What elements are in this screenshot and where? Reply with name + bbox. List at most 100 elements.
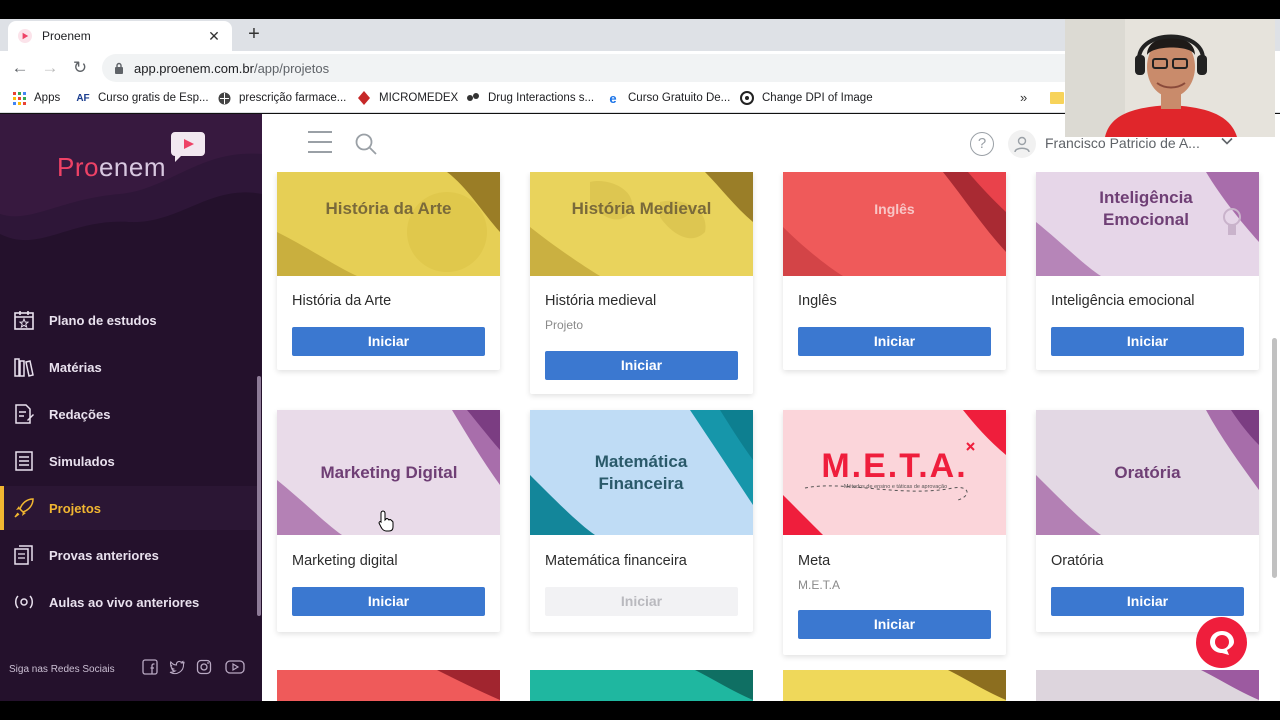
back-icon[interactable]: ← (10, 58, 30, 78)
browser-tab[interactable]: Proenem ✕ (8, 21, 232, 51)
facebook-icon[interactable] (142, 659, 158, 675)
card-image[interactable]: Inglês (783, 172, 1006, 276)
card-subtitle: Projeto (545, 318, 584, 332)
user-avatar-icon[interactable] (1008, 130, 1036, 158)
sidebar-item-plano-de-estudos[interactable]: Plano de estudos (0, 298, 258, 342)
iniciar-button[interactable]: Iniciar (1051, 587, 1244, 616)
live-icon (12, 590, 36, 614)
project-card: História da Arte História da Arte Inicia… (277, 172, 500, 370)
twitter-icon[interactable] (169, 659, 185, 675)
bookmark-apps[interactable]: Apps (12, 91, 60, 105)
sidebar-header-wave (0, 114, 262, 264)
card-subtitle: M.E.T.A (798, 578, 841, 592)
sidebar-item-redacoes[interactable]: Redações (0, 392, 258, 436)
reload-icon[interactable]: ↻ (70, 58, 90, 78)
proenem-logo[interactable]: Proenem (57, 152, 166, 183)
project-card: Inteligência Emocional Inteligência emoc… (1036, 172, 1259, 370)
sidebar-item-provas-anteriores[interactable]: Provas anteriores (0, 533, 258, 577)
card-image-text: História da Arte (325, 199, 452, 218)
project-card-partial[interactable] (530, 670, 753, 701)
proenem-favicon-icon (18, 29, 32, 43)
close-tab-icon[interactable]: ✕ (206, 28, 222, 45)
iniciar-button[interactable]: Iniciar (292, 327, 485, 356)
forward-icon[interactable]: → (40, 58, 60, 78)
help-icon[interactable]: ? (970, 132, 994, 156)
project-card-partial[interactable] (1036, 670, 1259, 701)
lock-icon (115, 62, 123, 74)
project-card-partial[interactable] (277, 670, 500, 701)
card-image-text: M.E.T.A. (821, 446, 968, 485)
project-card: História Medieval História medieval Proj… (530, 172, 753, 394)
card-image[interactable]: História da Arte (277, 172, 500, 276)
bookmark-prescricao[interactable]: prescrição farmace... (217, 91, 346, 105)
new-tab-icon[interactable]: + (244, 23, 264, 46)
letterbox-bottom (0, 701, 1280, 720)
search-icon[interactable] (354, 132, 378, 156)
card-image[interactable]: Matemática Financeira (530, 410, 753, 535)
menu-icon[interactable] (308, 131, 332, 155)
bookmark-curso-gratis[interactable]: AF Curso gratis de Esp... (76, 91, 209, 105)
sidebar-scrollbar[interactable] (257, 376, 261, 616)
logo-play-bubble-icon (171, 132, 205, 162)
apps-grid-icon (12, 91, 26, 105)
url-domain: app.proenem.com.br (134, 60, 254, 76)
card-image-text: Matemática Financeira (594, 451, 688, 493)
address-bar[interactable]: app.proenem.com.br/app/projetos (102, 54, 1102, 82)
project-card: Oratória Oratória Iniciar (1036, 410, 1259, 632)
card-image[interactable]: História Medieval (530, 172, 753, 276)
card-title: Inglês (798, 293, 837, 309)
bookmark-label: MICROMEDEX (379, 92, 459, 104)
bookmarks-more-icon[interactable]: » (1020, 90, 1027, 105)
iniciar-button[interactable]: Iniciar (798, 610, 991, 639)
bookmark-change-dpi[interactable]: Change DPI of Image (740, 91, 873, 105)
iniciar-button[interactable]: Iniciar (545, 351, 738, 380)
drug-icon (466, 91, 480, 105)
micromedex-icon (357, 91, 371, 105)
iniciar-button[interactable]: Iniciar (292, 587, 485, 616)
sidebar-item-aulas-ao-vivo[interactable]: Aulas ao vivo anteriores (0, 580, 258, 624)
chat-button[interactable] (1196, 617, 1247, 668)
card-image[interactable]: M.E.T.A. Métodos de ensino e táticas de … (783, 410, 1006, 535)
card-title: Marketing digital (292, 553, 398, 569)
project-card-partial[interactable] (783, 670, 1006, 701)
bookmark-label: Drug Interactions s... (488, 92, 595, 104)
iniciar-button[interactable]: Iniciar (1051, 327, 1244, 356)
chat-icon (1209, 630, 1234, 655)
bookmark-drug-interactions[interactable]: Drug Interactions s... (466, 91, 594, 105)
instagram-icon[interactable] (196, 659, 212, 675)
sidebar-item-label: Projetos (49, 500, 102, 516)
iniciar-button[interactable]: Iniciar (798, 327, 991, 356)
sidebar-item-label: Provas anteriores (49, 547, 159, 563)
card-image-text: História Medieval (571, 199, 712, 218)
card-title: Meta (798, 553, 831, 569)
bookmark-label: Curso gratis de Esp... (98, 92, 209, 104)
bookmark-micromedex[interactable]: MICROMEDEX (357, 91, 458, 105)
folder-icon[interactable] (1050, 92, 1064, 104)
sidebar-item-materias[interactable]: Matérias (0, 345, 258, 389)
checklist-icon (12, 449, 36, 473)
e-icon: e (609, 90, 617, 106)
card-title: Inteligência emocional (1051, 293, 1195, 309)
card-title: História da Arte (292, 293, 392, 309)
card-image[interactable]: Oratória (1036, 410, 1259, 535)
bookmark-curso-gratuito[interactable]: e Curso Gratuito De... (606, 90, 731, 106)
sidebar-item-label: Matérias (49, 359, 102, 375)
bookmark-label: Curso Gratuito De... (628, 92, 731, 104)
youtube-icon[interactable] (225, 659, 245, 675)
bookmark-label: prescrição farmace... (239, 92, 347, 104)
card-image-text: Oratória (1114, 462, 1181, 482)
user-name[interactable]: Francisco Patricio de A... (1045, 135, 1225, 151)
webcam-overlay (1065, 19, 1275, 137)
calendar-star-icon (12, 308, 36, 332)
card-title: História medieval (545, 293, 657, 309)
card-image[interactable]: Inteligência Emocional (1036, 172, 1259, 276)
hand-cursor-icon (378, 510, 394, 532)
sidebar-item-label: Simulados (49, 453, 115, 469)
main-content: ? Francisco Patricio de A... História da… (262, 114, 1280, 701)
iniciar-button[interactable]: Iniciar (545, 587, 738, 616)
dpi-icon (740, 91, 754, 105)
main-scrollbar[interactable] (1272, 338, 1277, 578)
sidebar-item-projetos[interactable]: Projetos (0, 486, 258, 530)
books-icon (12, 355, 36, 379)
sidebar-item-simulados[interactable]: Simulados (0, 439, 258, 483)
